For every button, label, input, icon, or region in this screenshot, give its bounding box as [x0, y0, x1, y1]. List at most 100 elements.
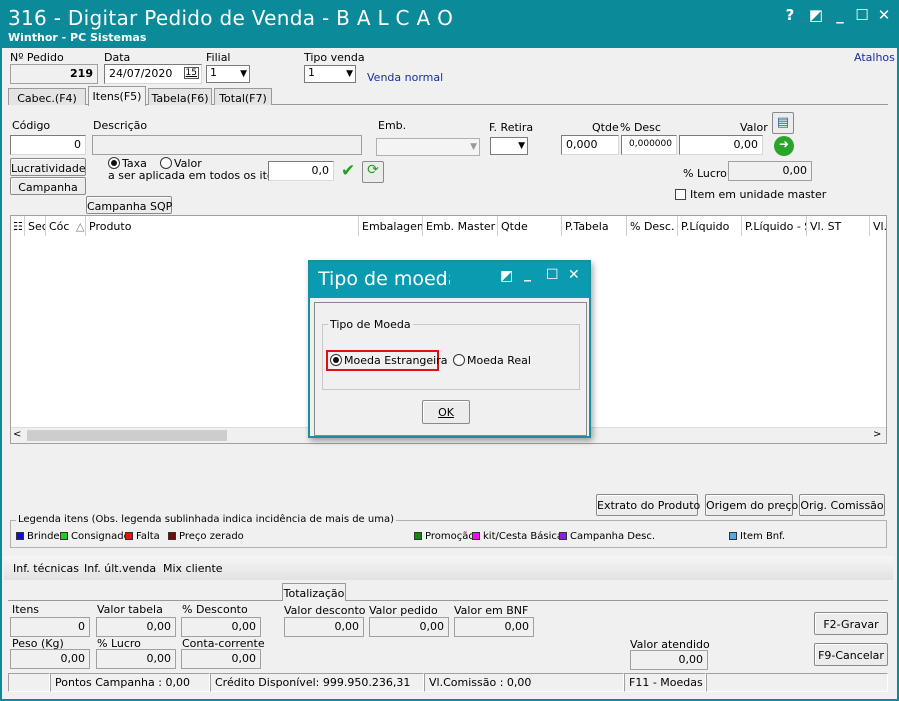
lucro-field: 0,00 — [728, 161, 812, 181]
scroll-thumb[interactable] — [27, 430, 227, 441]
swatch-icon — [472, 532, 480, 540]
window-title: 316 - Digitar Pedido de Venda - B A L C … — [8, 6, 454, 30]
tab-total[interactable]: Total(F7) — [214, 88, 272, 105]
col-embalagem[interactable]: Embalagem — [359, 216, 423, 236]
go-button[interactable]: ➜ — [774, 136, 794, 156]
restore-icon[interactable]: ◩ — [500, 268, 513, 284]
refresh-button[interactable]: ⟳ — [362, 161, 384, 183]
copy-button[interactable]: ▤ — [772, 112, 794, 134]
valor-tabela-field: 0,00 — [96, 617, 176, 637]
totals-tab-line — [8, 600, 888, 601]
maximize-icon[interactable]: ☐ — [546, 267, 559, 283]
close-icon[interactable]: ✕ — [568, 267, 580, 283]
swatch-icon — [559, 532, 567, 540]
data-field[interactable]: 24/07/2020 15 — [104, 64, 202, 84]
descricao-input — [92, 135, 362, 155]
legend-label: Brinde — [27, 531, 60, 542]
mix-cliente-link[interactable]: Mix cliente — [163, 562, 223, 575]
check-icon[interactable]: ✔ — [341, 161, 355, 181]
emb-select[interactable]: ▼ — [376, 138, 480, 156]
col-p-tabela[interactable]: P.Tabela — [562, 216, 627, 236]
col-vl[interactable]: Vl. — [870, 216, 886, 236]
extrato-button[interactable]: Extrato do Produto — [596, 494, 700, 516]
col-qtde[interactable]: Qtde — [498, 216, 562, 236]
legend-kit: kit/Cesta Básica — [472, 531, 563, 542]
valor-bnf-label: Valor em BNF — [454, 604, 529, 617]
campanha-sqp-button[interactable]: Campanha SQP — [86, 196, 172, 214]
ok-button[interactable]: OK — [422, 400, 470, 424]
f-retira-select[interactable]: ▼ — [490, 137, 528, 155]
pedido-field: 219 — [10, 64, 98, 84]
moeda-real-label: Moeda Real — [467, 354, 531, 367]
itens-field: 0 — [10, 617, 90, 637]
data-label: Data — [104, 51, 131, 64]
taxa-input[interactable]: 0,0 — [268, 161, 334, 181]
valor-input[interactable]: 0,00 — [679, 135, 763, 155]
aplicada-label: a ser aplicada em todos os itens: — [108, 169, 291, 182]
item-master-checkbox[interactable]: Item em unidade master — [675, 188, 826, 201]
tab-totalizacao[interactable]: Totalização — [282, 583, 346, 601]
pct-desconto-label: % Desconto — [182, 603, 248, 616]
filial-select[interactable]: 1 ▼ — [206, 65, 250, 83]
qtde-input[interactable]: 0,000 — [561, 135, 619, 155]
scroll-left-icon[interactable]: < — [13, 429, 21, 440]
valor-atendido-field: 0,00 — [630, 650, 708, 670]
filial-value: 1 — [210, 66, 217, 79]
minimize-icon[interactable]: _ — [524, 266, 531, 282]
col-cod[interactable]: Cóc △ — [46, 216, 86, 236]
moeda-real-radio[interactable]: Moeda Real — [453, 354, 531, 367]
chevron-down-icon: ▼ — [346, 69, 353, 79]
swatch-icon — [16, 532, 24, 540]
col-emb-master[interactable]: Emb. Master — [423, 216, 498, 236]
legend-title: Legenda itens (Obs. legenda sublinhada i… — [16, 514, 397, 525]
scroll-right-icon[interactable]: > — [873, 429, 881, 440]
col-p-liquido[interactable]: P.Líquido — [678, 216, 742, 236]
grid-menu-icon[interactable]: ☷ — [11, 216, 25, 236]
legend-label: Item Bnf. — [740, 531, 786, 542]
chevron-down-icon: ▼ — [240, 69, 247, 79]
col-vl-st[interactable]: Vl. ST — [807, 216, 870, 236]
calendar-icon[interactable]: 15 — [183, 67, 199, 79]
tipo-venda-value: 1 — [308, 66, 315, 79]
tab-itens[interactable]: Itens(F5) — [88, 86, 146, 106]
close-icon[interactable]: ✕ — [874, 6, 894, 24]
desc-input[interactable]: 0,000000 — [621, 135, 677, 155]
col-desc[interactable]: % Desc. — [627, 216, 678, 236]
atalhos-link[interactable]: Atalhos — [854, 51, 895, 64]
status-comissao: Vl.Comissão : 0,00 — [424, 673, 624, 692]
legend-item-bnf: Item Bnf. — [729, 531, 785, 542]
group-label: Tipo de Moeda — [328, 318, 413, 331]
descricao-label: Descrição — [93, 119, 148, 132]
col-p-liquido-s[interactable]: P.Líquido - S — [742, 216, 807, 236]
sort-icon: △ — [75, 220, 85, 233]
origem-preco-button[interactable]: Origem do preço — [705, 494, 798, 516]
legend-label: Preço zerado — [179, 531, 244, 542]
lucratividade-button[interactable]: Lucratividade — [10, 158, 86, 176]
tab-cabec[interactable]: Cabec.(F4) — [8, 88, 86, 105]
dialog-title: Tipo de moeda — [318, 268, 450, 290]
cancelar-button[interactable]: F9-Cancelar — [814, 643, 888, 666]
copy-icon: ▤ — [776, 115, 790, 130]
gravar-button[interactable]: F2-Gravar — [814, 612, 888, 635]
orig-comissao-button[interactable]: Orig. Comissão — [799, 494, 885, 516]
valor-tabela-label: Valor tabela — [97, 603, 163, 616]
restore-icon[interactable]: ◩ — [806, 6, 826, 24]
status-cell-empty — [8, 673, 50, 692]
col-sec[interactable]: Sec — [25, 216, 46, 236]
moeda-estrangeira-radio[interactable]: Moeda Estrangeira — [326, 350, 448, 371]
tab-tabela[interactable]: Tabela(F6) — [148, 88, 212, 105]
maximize-icon[interactable]: ☐ — [852, 6, 872, 24]
window-subtitle: Winthor - PC Sistemas — [8, 31, 147, 44]
pct-lucro-field: 0,00 — [96, 649, 176, 669]
codigo-input[interactable]: 0 — [10, 135, 86, 155]
tipo-venda-select[interactable]: 1 ▼ — [304, 65, 356, 83]
swatch-icon — [60, 532, 68, 540]
col-produto[interactable]: Produto — [86, 216, 359, 236]
inf-ult-venda-link[interactable]: Inf. últ.venda — [84, 562, 156, 575]
minimize-icon[interactable]: _ — [830, 6, 850, 24]
inf-tecnicas-link[interactable]: Inf. técnicas — [13, 562, 79, 575]
legend-label: Consignado — [71, 531, 130, 542]
desc-label: % Desc — [620, 121, 661, 134]
campanha-button[interactable]: Campanha — [10, 177, 86, 195]
help-icon[interactable]: ? — [780, 6, 800, 24]
